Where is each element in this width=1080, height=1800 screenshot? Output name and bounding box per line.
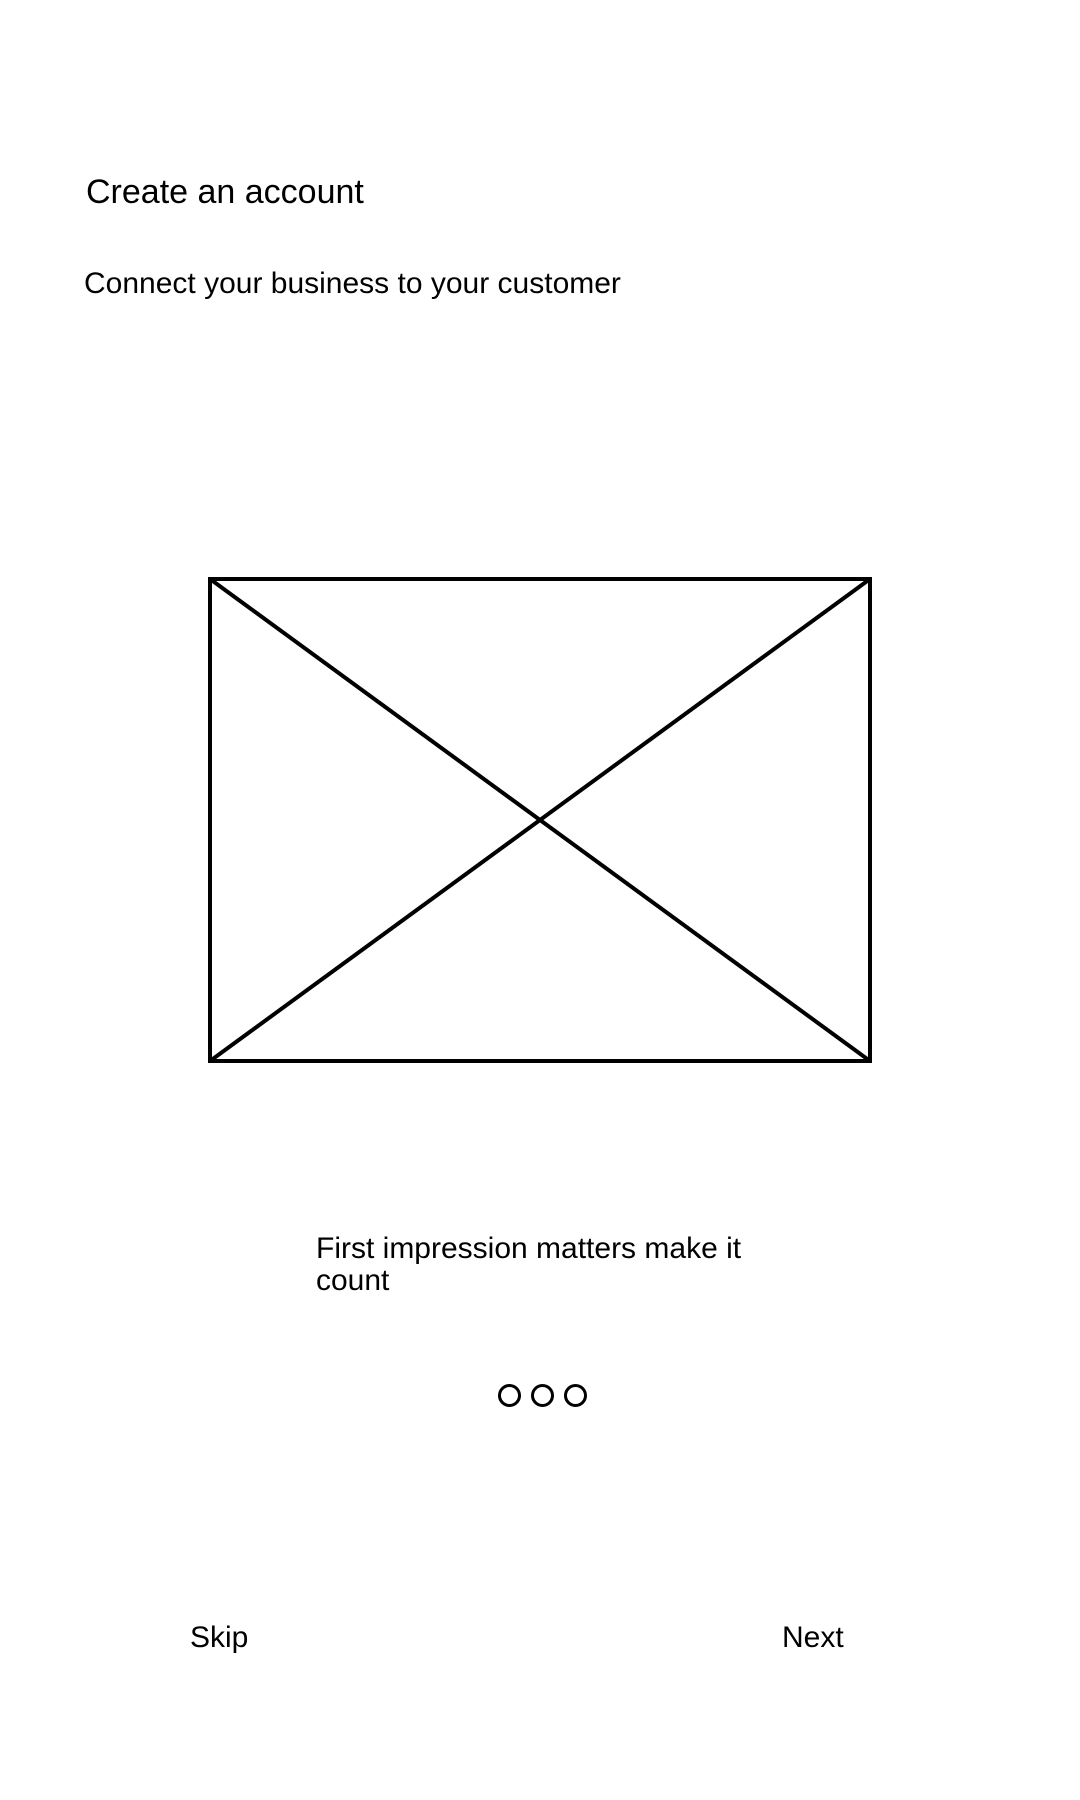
- pagination-dot-3[interactable]: [564, 1384, 587, 1407]
- skip-button[interactable]: Skip: [190, 1620, 248, 1656]
- page-title: Create an account: [86, 173, 364, 211]
- pagination-dot-1[interactable]: [498, 1384, 521, 1407]
- onboarding-caption: First impression matters make it count: [316, 1232, 742, 1297]
- image-placeholder-icon: [208, 577, 872, 1063]
- page-subtitle: Connect your business to your customer: [84, 267, 621, 300]
- hero-image-placeholder: [208, 577, 872, 1063]
- next-button[interactable]: Next: [782, 1620, 844, 1656]
- pagination-dot-2[interactable]: [531, 1384, 554, 1407]
- pagination-dots: [498, 1384, 587, 1407]
- onboarding-screen: Create an account Connect your business …: [0, 0, 1080, 1800]
